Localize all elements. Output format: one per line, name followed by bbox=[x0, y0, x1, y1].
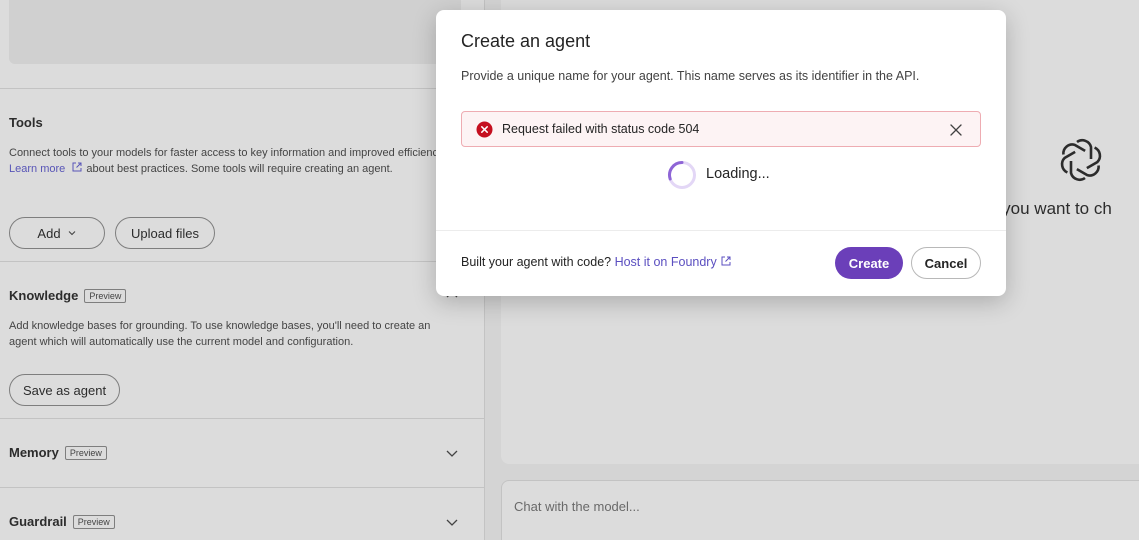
create-button[interactable]: Create bbox=[835, 247, 903, 279]
host-on-foundry-link[interactable]: Host it on Foundry bbox=[615, 255, 732, 269]
cancel-button[interactable]: Cancel bbox=[911, 247, 981, 279]
loading-text: Loading... bbox=[706, 166, 770, 182]
close-icon[interactable] bbox=[948, 122, 964, 138]
footer-text: Built your agent with code? Host it on F… bbox=[461, 255, 732, 269]
external-link-icon bbox=[721, 256, 731, 266]
spinner-icon bbox=[668, 161, 696, 189]
dialog-title: Create an agent bbox=[461, 31, 591, 51]
footer-divider bbox=[436, 230, 1006, 231]
error-message: Request failed with status code 504 bbox=[502, 122, 700, 136]
create-agent-dialog: Create an agent Provide a unique name fo… bbox=[436, 10, 1006, 296]
dialog-description: Provide a unique name for your agent. Th… bbox=[461, 69, 920, 83]
error-message-bar: Request failed with status code 504 bbox=[461, 111, 981, 147]
error-circle-icon bbox=[476, 121, 493, 138]
